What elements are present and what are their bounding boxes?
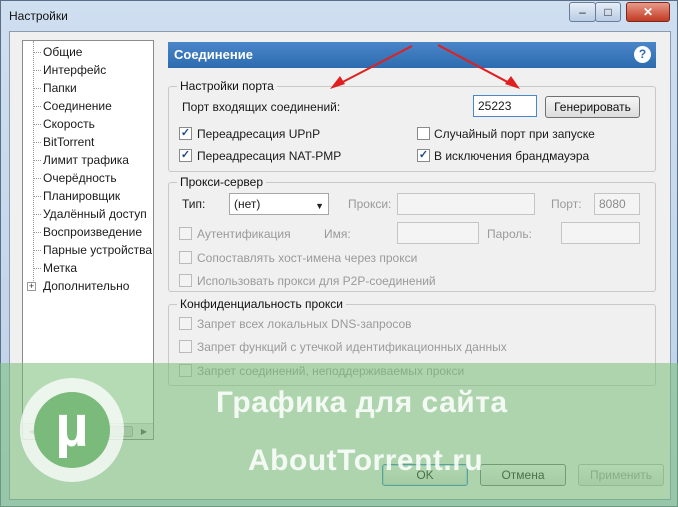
- proxy-server-title: Прокси-сервер: [177, 175, 266, 189]
- tree-horizontal-scrollbar[interactable]: ◀ ▶: [23, 423, 153, 439]
- proxy-host-input[interactable]: [397, 193, 535, 215]
- proxy-port-input[interactable]: 8080: [594, 193, 640, 215]
- tree-item-label[interactable]: Метка: [43, 259, 77, 277]
- proxy-port-label: Порт:: [551, 197, 582, 211]
- window-title: Настройки: [9, 9, 68, 23]
- tree-item-queueing[interactable]: Очерёдность: [43, 169, 117, 187]
- p2p-proxy-label: Использовать прокси для P2P-соединений: [197, 274, 436, 288]
- incoming-port-label: Порт входящих соединений:: [182, 100, 341, 114]
- proxy-type-select[interactable]: (нет) ▼: [229, 193, 329, 215]
- upnp-label: Переадресация UPnP: [197, 127, 321, 141]
- natpmp-label: Переадресация NAT-PMP: [197, 149, 342, 163]
- password-label: Пароль:: [487, 227, 532, 241]
- minimize-button[interactable]: –: [569, 2, 596, 22]
- resolve-hostnames-checkbox[interactable]: [179, 251, 192, 264]
- proxy-privacy-group: Конфиденциальность прокси Запрет всех ло…: [168, 297, 656, 386]
- tree-item-traffic-limit[interactable]: Лимит трафика: [43, 151, 129, 169]
- dns-block-label: Запрет всех локальных DNS-запросов: [197, 317, 412, 331]
- ok-button[interactable]: OK: [382, 464, 468, 486]
- tree-guide-line: [33, 41, 34, 281]
- random-port-checkbox[interactable]: [417, 127, 430, 140]
- generate-port-button[interactable]: Генерировать: [545, 96, 640, 118]
- proxy-type-label: Тип:: [182, 197, 206, 211]
- tree-tick: [33, 214, 41, 215]
- scroll-thumb[interactable]: [41, 426, 133, 437]
- scroll-left-icon[interactable]: ◀: [24, 424, 40, 439]
- tree-item-advanced[interactable]: Дополнительно: [43, 277, 129, 295]
- proxy-privacy-title: Конфиденциальность прокси: [177, 297, 346, 311]
- leak-block-label: Запрет функций с утечкой идентификационн…: [197, 340, 507, 354]
- tree-tick: [33, 124, 41, 125]
- incoming-port-input[interactable]: 25223: [473, 95, 537, 117]
- firewall-checkbox[interactable]: ✓: [417, 149, 430, 162]
- tree-tick: [33, 196, 41, 197]
- port-settings-title: Настройки порта: [177, 79, 277, 93]
- username-input[interactable]: [397, 222, 479, 244]
- tree-tick: [33, 52, 41, 53]
- proxy-server-group: Прокси-сервер Тип: (нет) ▼ Прокси: Порт:…: [168, 175, 656, 292]
- dns-block-checkbox[interactable]: [179, 317, 192, 330]
- close-button[interactable]: ✕: [626, 2, 670, 22]
- tree-tick: [33, 106, 41, 107]
- tree-item-remote-access[interactable]: Удалённый доступ: [43, 205, 147, 223]
- tree-tick: [33, 232, 41, 233]
- resolve-hostnames-label: Сопоставлять хост-имена через прокси: [197, 251, 418, 265]
- unsupported-block-label: Запрет соединений, неподдерживаемых прок…: [197, 364, 465, 378]
- tree-item-folders[interactable]: Папки: [43, 79, 77, 97]
- firewall-label: В исключения брандмауэра: [434, 149, 590, 163]
- tree-item-bittorrent[interactable]: BitTorrent: [43, 133, 94, 151]
- random-port-label: Случайный порт при запуске: [434, 127, 595, 141]
- proxy-type-value: (нет): [234, 197, 261, 211]
- title-bar[interactable]: Настройки – □ ✕: [1, 1, 677, 31]
- username-label: Имя:: [324, 227, 351, 241]
- tree-item-playback[interactable]: Воспроизведение: [43, 223, 142, 241]
- tree-tick: [33, 160, 41, 161]
- help-icon[interactable]: ?: [634, 46, 651, 63]
- upnp-checkbox[interactable]: ✓: [179, 127, 192, 140]
- tree-item-speed[interactable]: Скорость: [43, 115, 95, 133]
- port-settings-group: Настройки порта Порт входящих соединений…: [168, 79, 656, 172]
- tree-tick: [33, 88, 41, 89]
- panel-header: Соединение ?: [168, 42, 656, 68]
- tree-item-general[interactable]: Общие: [43, 43, 82, 61]
- unsupported-block-checkbox[interactable]: [179, 364, 192, 377]
- p2p-proxy-checkbox[interactable]: [179, 274, 192, 287]
- tree-tick: [33, 178, 41, 179]
- natpmp-checkbox[interactable]: ✓: [179, 149, 192, 162]
- proxy-host-label: Прокси:: [348, 197, 392, 211]
- auth-checkbox[interactable]: [179, 227, 192, 240]
- tree-item-connection[interactable]: Соединение: [43, 97, 112, 115]
- leak-block-checkbox[interactable]: [179, 340, 192, 353]
- tree-tick: [33, 70, 41, 71]
- panel-title: Соединение: [174, 47, 253, 62]
- maximize-button[interactable]: □: [595, 2, 621, 22]
- dialog-client-area: Общие Интерфейс Папки Соединение Скорост…: [9, 31, 671, 500]
- password-input[interactable]: [561, 222, 640, 244]
- auth-label: Аутентификация: [197, 227, 291, 241]
- tree-item-paired-devices[interactable]: Парные устройства: [43, 241, 152, 259]
- settings-tree[interactable]: Общие Интерфейс Папки Соединение Скорост…: [22, 40, 154, 440]
- apply-button[interactable]: Применить: [578, 464, 664, 486]
- chevron-down-icon: ▼: [315, 201, 324, 211]
- tree-item-scheduler[interactable]: Планировщик: [43, 187, 120, 205]
- tree-tick: [33, 250, 41, 251]
- tree-tick: [33, 142, 41, 143]
- tree-tick: [33, 268, 41, 269]
- scroll-right-icon[interactable]: ▶: [136, 424, 152, 439]
- settings-window: Настройки – □ ✕ Общие Интерфейс Папки Со…: [0, 0, 678, 507]
- cancel-button[interactable]: Отмена: [480, 464, 566, 486]
- tree-item-interface[interactable]: Интерфейс: [43, 61, 106, 79]
- expand-plus-icon[interactable]: +: [27, 282, 36, 291]
